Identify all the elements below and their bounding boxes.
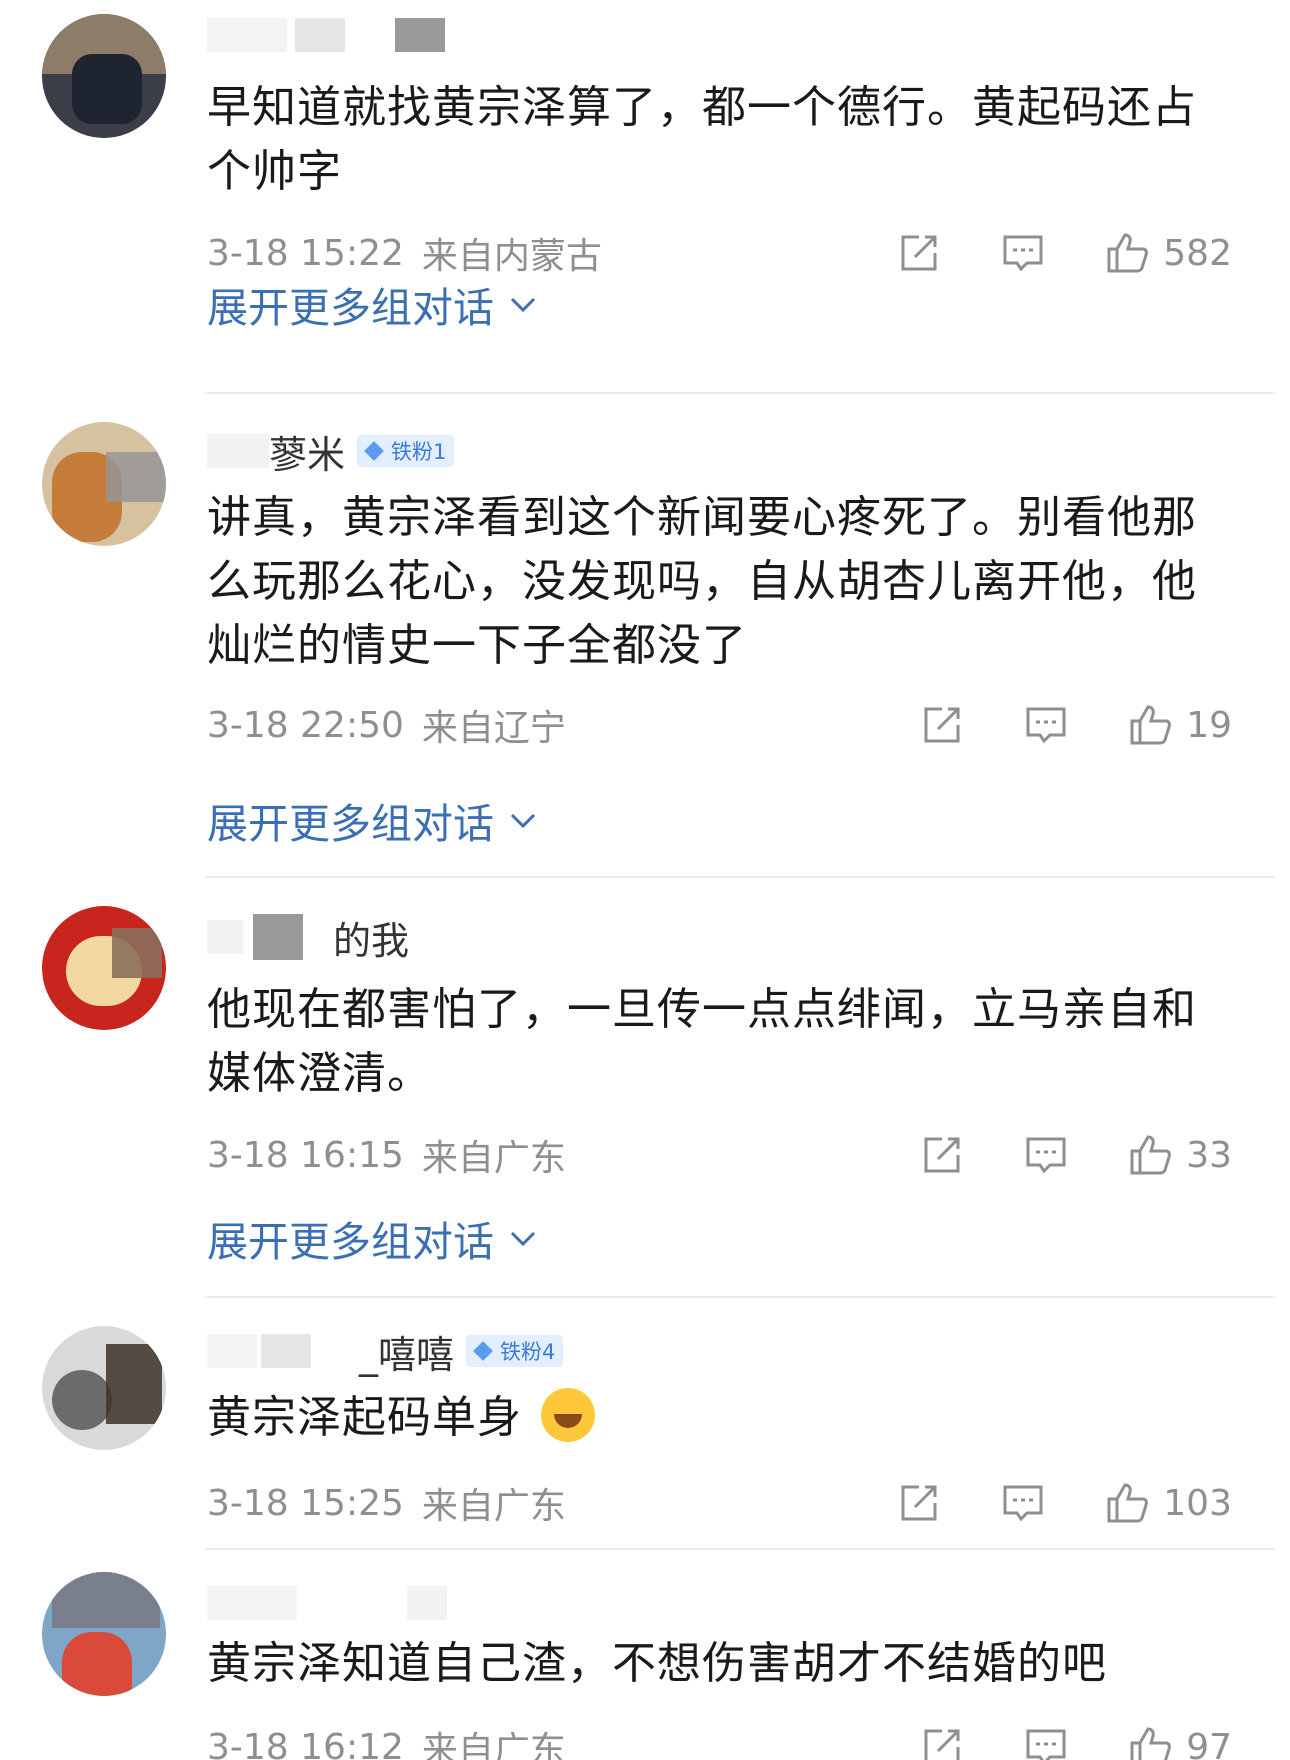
divider — [205, 876, 1275, 878]
comment-text: 讲真，黄宗泽看到这个新闻要心疼死了。别看他那么玩那么花心，没发现吗，自从胡杏儿离… — [207, 492, 1197, 671]
comment-date: 3-18 16:12 — [207, 1726, 404, 1760]
comment-list: 早知道就找黄宗泽算了，都一个德行。黄起码还占个帅字 3-18 15:22 来自内… — [0, 0, 1290, 1760]
comment-text: 黄宗泽起码单身 — [207, 1386, 1237, 1450]
like-count: 33 — [1186, 1134, 1232, 1176]
comment-location: 来自广东 — [421, 1138, 566, 1179]
divider — [205, 392, 1275, 394]
like-count: 582 — [1163, 232, 1232, 274]
comment-location: 来自广东 — [421, 1730, 566, 1760]
username-text: 蓼米 — [269, 432, 346, 477]
username-text: _嘻嘻 — [359, 1332, 455, 1377]
username[interactable]: _嘻嘻 铁粉4 — [207, 1326, 564, 1377]
laughing-tears-emoji-icon — [541, 1388, 595, 1442]
expand-more-link[interactable]: 展开更多组对话 — [207, 1212, 538, 1266]
username[interactable] — [207, 1578, 447, 1628]
expand-more-label: 展开更多组对话 — [207, 1218, 494, 1266]
fan-badge-label: 铁粉1 — [391, 440, 447, 464]
comment-location: 来自辽宁 — [421, 708, 566, 749]
chevron-down-icon — [510, 297, 536, 313]
thumbs-up-icon[interactable] — [1105, 1481, 1149, 1525]
comment-text: 他现在都害怕了，一旦传一点点绯闻，立马亲自和媒体澄清。 — [207, 984, 1197, 1099]
comment-actions: 582 — [837, 228, 1232, 278]
username[interactable]: 蓼米 铁粉1 — [207, 426, 455, 477]
comment-text-content: 黄宗泽起码单身 — [207, 1392, 522, 1443]
comment-date: 3-18 22:50 — [207, 704, 404, 746]
comment-location: 来自广东 — [421, 1486, 566, 1527]
chevron-down-icon — [510, 1231, 536, 1247]
fan-badge: 铁粉1 — [357, 435, 455, 467]
share-icon[interactable] — [897, 231, 941, 275]
expand-more-label: 展开更多组对话 — [207, 284, 494, 332]
comment-icon[interactable] — [1024, 1133, 1068, 1177]
comment-icon[interactable] — [1024, 703, 1068, 747]
comment-date: 3-18 15:22 — [207, 232, 404, 274]
thumbs-up-icon[interactable] — [1128, 1725, 1172, 1760]
comment-location: 来自内蒙古 — [421, 236, 602, 277]
thumbs-up-icon[interactable] — [1128, 1133, 1172, 1177]
fan-badge-label: 铁粉4 — [500, 1340, 556, 1364]
avatar[interactable] — [42, 1572, 166, 1696]
comment-text: 黄宗泽知道自己渣，不想伤害胡才不结婚的吧 — [207, 1638, 1107, 1689]
share-icon[interactable] — [920, 1725, 964, 1760]
divider — [205, 1296, 1275, 1298]
avatar[interactable] — [42, 14, 166, 138]
fan-badge: 铁粉4 — [466, 1335, 564, 1367]
avatar[interactable] — [42, 1326, 166, 1450]
share-icon[interactable] — [920, 703, 964, 747]
share-icon[interactable] — [920, 1133, 964, 1177]
comment-actions: 103 — [837, 1478, 1232, 1528]
chevron-down-icon — [510, 813, 536, 829]
comment-text: 早知道就找黄宗泽算了，都一个德行。黄起码还占个帅字 — [207, 82, 1197, 197]
comment-actions: 97 — [860, 1722, 1232, 1760]
comment-date: 3-18 16:15 — [207, 1134, 404, 1176]
comment-icon[interactable] — [1001, 1481, 1045, 1525]
like-count: 97 — [1186, 1726, 1232, 1760]
comment-icon[interactable] — [1001, 231, 1045, 275]
expand-more-label: 展开更多组对话 — [207, 800, 494, 848]
expand-more-link[interactable]: 展开更多组对话 — [207, 278, 538, 332]
expand-more-link[interactable]: 展开更多组对话 — [207, 794, 538, 848]
avatar[interactable] — [42, 422, 166, 546]
diamond-icon — [473, 1341, 493, 1361]
like-count: 19 — [1186, 704, 1232, 746]
username[interactable] — [207, 10, 445, 60]
comment-actions: 19 — [860, 700, 1232, 750]
username-text: 的我 — [333, 918, 410, 963]
divider — [205, 1548, 1275, 1550]
thumbs-up-icon[interactable] — [1128, 703, 1172, 747]
share-icon[interactable] — [897, 1481, 941, 1525]
like-count: 103 — [1163, 1482, 1232, 1524]
comment-actions: 33 — [860, 1130, 1232, 1180]
thumbs-up-icon[interactable] — [1105, 231, 1149, 275]
username[interactable]: 的我 — [207, 912, 410, 963]
diamond-icon — [364, 441, 384, 461]
avatar[interactable] — [42, 906, 166, 1030]
comment-icon[interactable] — [1024, 1725, 1068, 1760]
comment-date: 3-18 15:25 — [207, 1482, 404, 1524]
